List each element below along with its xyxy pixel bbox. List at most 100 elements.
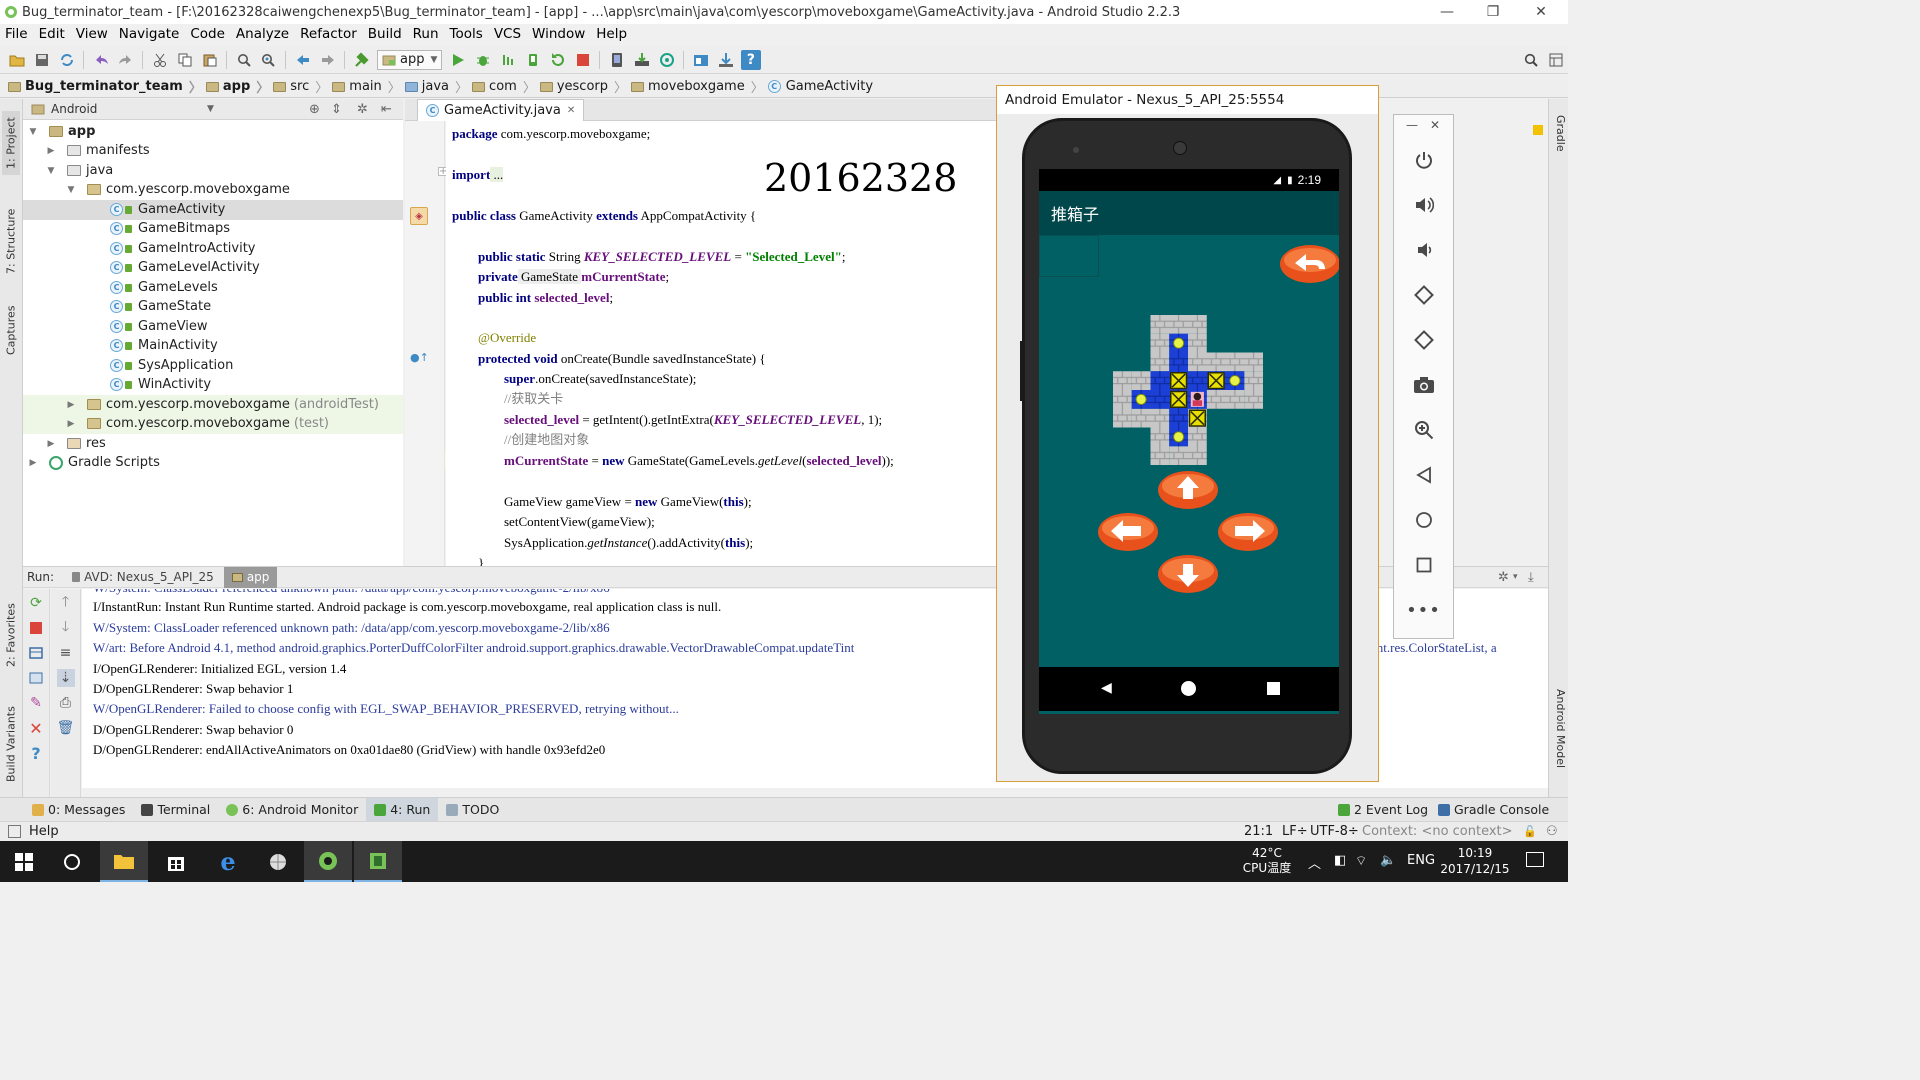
- project-tool-tab[interactable]: 1: Project: [2, 111, 20, 175]
- expand-arrow-icon[interactable]: ▼: [65, 185, 77, 195]
- menu-refactor[interactable]: Refactor: [295, 24, 363, 44]
- tab-messages[interactable]: 0: Messages: [24, 798, 133, 822]
- gear-icon[interactable]: ✲: [1498, 570, 1509, 585]
- project-structure-icon[interactable]: [691, 50, 711, 70]
- save-all-icon[interactable]: [32, 50, 52, 70]
- copy-icon[interactable]: [175, 50, 195, 70]
- game-board[interactable]: [1113, 315, 1263, 465]
- tree-item-gamelevels[interactable]: C GameLevels: [23, 278, 403, 298]
- inspector-icon[interactable]: ⚇: [1546, 824, 1558, 839]
- expand-arrow-icon[interactable]: ▶: [65, 400, 77, 410]
- input-language[interactable]: ENG: [1407, 853, 1435, 868]
- tree-item-gameview[interactable]: C GameView: [23, 317, 403, 337]
- code-editor[interactable]: package com.yescorp.moveboxgame; import …: [446, 121, 996, 566]
- menu-run[interactable]: Run: [408, 24, 445, 44]
- forward-icon[interactable]: [318, 50, 338, 70]
- breadcrumb-item[interactable]: C GameActivity: [767, 79, 873, 94]
- collapse-icon[interactable]: ⇕: [331, 102, 342, 117]
- tree-item-gameactivity[interactable]: C GameActivity: [23, 200, 403, 220]
- tree-item-gamelevelactivity[interactable]: C GameLevelActivity: [23, 258, 403, 278]
- tree-item-gameintroactivity[interactable]: C GameIntroActivity: [23, 239, 403, 259]
- breadcrumb-item[interactable]: moveboxgame 〉: [631, 77, 764, 96]
- hide-panel-icon[interactable]: ⇤: [381, 102, 392, 117]
- move-right-button[interactable]: [1217, 511, 1279, 553]
- gear-icon[interactable]: ✲: [357, 102, 368, 117]
- menu-analyze[interactable]: Analyze: [231, 24, 295, 44]
- menu-edit[interactable]: Edit: [34, 24, 71, 44]
- expand-arrow-icon[interactable]: ▶: [45, 146, 57, 156]
- app-button[interactable]: [254, 841, 302, 882]
- expand-arrow-icon[interactable]: ▶: [45, 439, 57, 449]
- tree-item-test-package[interactable]: ▶ com.yescorp.moveboxgame (test): [23, 414, 403, 434]
- lock-icon[interactable]: 🔓: [1523, 825, 1537, 838]
- breadcrumb-item[interactable]: java 〉: [404, 77, 468, 96]
- restore-layout-icon[interactable]: [27, 644, 45, 662]
- expand-arrow-icon[interactable]: ▼: [27, 127, 39, 137]
- attach-debugger-icon[interactable]: [498, 50, 518, 70]
- tray-chevron-icon[interactable]: ︿: [1308, 853, 1321, 872]
- nav-back-icon[interactable]: ◀: [1101, 680, 1112, 696]
- tab-terminal[interactable]: Terminal: [133, 798, 218, 822]
- tree-item-manifests[interactable]: ▶ manifests: [23, 141, 403, 161]
- target-icon[interactable]: ⊕: [309, 102, 320, 117]
- replace-icon[interactable]: [259, 50, 279, 70]
- screenshot-button[interactable]: [1394, 370, 1453, 400]
- stop-icon[interactable]: [573, 50, 593, 70]
- move-left-button[interactable]: [1097, 511, 1159, 553]
- rotate-right-button[interactable]: [1394, 325, 1453, 355]
- more-button[interactable]: •••: [1394, 595, 1453, 625]
- back-icon[interactable]: [293, 50, 313, 70]
- menu-view[interactable]: View: [71, 24, 114, 44]
- breadcrumb-item[interactable]: app 〉: [205, 77, 269, 96]
- tree-item-res[interactable]: ▶ res: [23, 434, 403, 454]
- zoom-button[interactable]: [1394, 415, 1453, 445]
- close-icon[interactable]: ✕: [27, 719, 45, 738]
- cpu-temp-widget[interactable]: 42°C CPU温度: [1240, 846, 1294, 876]
- tab-gameactivity[interactable]: C GameActivity.java ✕: [417, 99, 585, 121]
- tab-event-log[interactable]: 2 Event Log: [1330, 798, 1436, 822]
- override-marker-icon[interactable]: ●↑: [410, 351, 429, 364]
- tree-item-app[interactable]: ▼ app: [23, 122, 403, 142]
- edge-button[interactable]: e: [204, 841, 252, 882]
- search-everywhere-icon[interactable]: [1521, 50, 1541, 70]
- stop-icon[interactable]: [27, 619, 45, 637]
- layout-icon[interactable]: [27, 669, 45, 687]
- tab-run[interactable]: 4: Run: [366, 797, 439, 822]
- menu-vcs[interactable]: VCS: [489, 24, 527, 44]
- tab-todo[interactable]: TODO: [438, 798, 507, 822]
- debug-icon[interactable]: [473, 50, 493, 70]
- home-button[interactable]: [1394, 505, 1453, 535]
- gradle-tool-tab[interactable]: Gradle: [1551, 115, 1567, 161]
- emulator-minimize-icon[interactable]: —: [1406, 118, 1418, 132]
- scroll-down-icon[interactable]: 🡓: [57, 619, 75, 637]
- find-icon[interactable]: [234, 50, 254, 70]
- back-button[interactable]: [1394, 460, 1453, 490]
- expand-arrow-icon[interactable]: ▼: [45, 166, 57, 176]
- volume-up-button[interactable]: [1394, 190, 1453, 220]
- expand-arrow-icon[interactable]: ▶: [27, 458, 39, 468]
- move-down-button[interactable]: [1157, 553, 1219, 595]
- redo-icon[interactable]: [116, 50, 136, 70]
- help-icon[interactable]: ?: [740, 49, 761, 70]
- breadcrumb-item[interactable]: yescorp 〉: [539, 77, 627, 96]
- tab-avd[interactable]: AVD: Nexus_5_API_25: [66, 567, 220, 588]
- structure-tool-tab[interactable]: 7: Structure: [2, 203, 20, 279]
- action-center-icon[interactable]: [1526, 852, 1544, 867]
- scroll-up-icon[interactable]: 🡑: [57, 594, 75, 612]
- layout-icon[interactable]: [1546, 50, 1566, 70]
- make-project-icon[interactable]: [352, 50, 372, 70]
- menu-window[interactable]: Window: [527, 24, 591, 44]
- file-explorer-button[interactable]: [100, 841, 148, 882]
- cut-icon[interactable]: [150, 50, 170, 70]
- run-icon[interactable]: [448, 50, 468, 70]
- nav-home-icon[interactable]: [1181, 681, 1196, 696]
- sdk-manager-icon[interactable]: [632, 50, 652, 70]
- tab-android-monitor[interactable]: 6: Android Monitor: [218, 798, 366, 822]
- emulator-close-icon[interactable]: ✕: [1430, 118, 1440, 132]
- menu-navigate[interactable]: Navigate: [114, 24, 186, 44]
- menu-code[interactable]: Code: [185, 24, 231, 44]
- close-tab-icon[interactable]: ✕: [567, 105, 575, 116]
- activity-marker-icon[interactable]: ◈: [410, 207, 428, 225]
- menu-file[interactable]: File: [0, 24, 34, 44]
- tree-item-winactivity[interactable]: C WinActivity: [23, 375, 403, 395]
